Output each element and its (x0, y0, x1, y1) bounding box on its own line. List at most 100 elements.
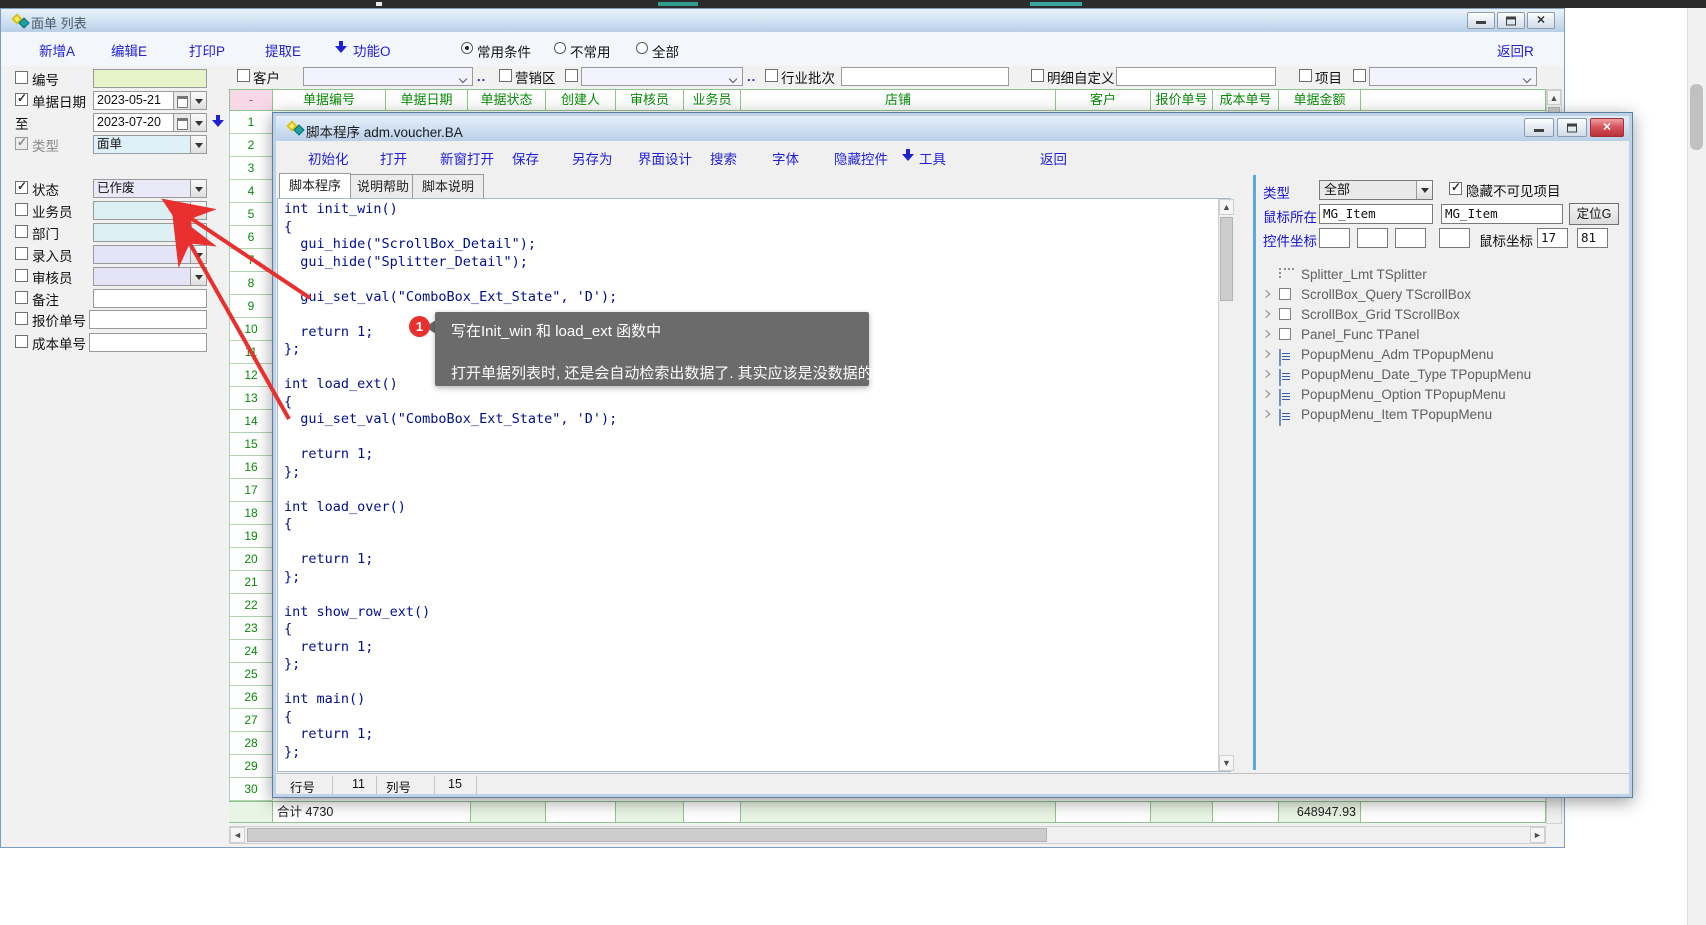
column-header-11[interactable]: 单据金额 (1279, 89, 1361, 111)
tree-item-scrollbox_grid[interactable]: ScrollBox_Grid TScrollBox (1259, 305, 1629, 325)
filter-salesman-checkbox[interactable] (15, 203, 28, 216)
filter-quote-no-input[interactable] (89, 310, 207, 329)
filter-entry-clerk-checkbox[interactable] (15, 247, 28, 260)
column-header-9[interactable]: 报价单号 (1151, 89, 1213, 111)
chevron-right-icon[interactable] (1262, 390, 1270, 398)
scroll-up-icon[interactable]: ▲ (1219, 199, 1234, 215)
filter-date-from-input[interactable]: 2023-05-21 (93, 91, 207, 110)
customer-combobox[interactable] (303, 67, 473, 86)
script-restore-button[interactable] (1557, 118, 1587, 137)
extract-button[interactable]: 提取E (265, 40, 301, 60)
filter-cost-no-input[interactable] (89, 333, 207, 352)
open-button[interactable]: 打开 (380, 148, 407, 168)
close-button[interactable]: ✕ (1527, 12, 1555, 29)
code-editor[interactable]: int init_win() { gui_hide("ScrollBox_Det… (277, 198, 1231, 772)
filter-department-checkbox[interactable] (15, 225, 28, 238)
chevron-right-icon[interactable] (1262, 310, 1270, 318)
search-button[interactable]: 搜索 (710, 148, 737, 168)
filter-auditor-checkbox[interactable] (15, 269, 28, 282)
column-header-5[interactable]: 审核员 (616, 89, 684, 111)
chevron-right-icon[interactable] (1262, 410, 1270, 418)
customer-more-button[interactable]: .. (477, 69, 486, 84)
project-checkbox[interactable] (1299, 69, 1312, 82)
filter-remark-checkbox[interactable] (15, 291, 28, 304)
detail-custom-input[interactable] (1116, 67, 1276, 86)
column-header-6[interactable]: 业务员 (684, 89, 741, 111)
font-button[interactable]: 字体 (772, 148, 799, 168)
filter-combobox-3[interactable] (1369, 67, 1537, 86)
tree-item-splitter_lmt[interactable]: Splitter_Lmt TSplitter (1259, 265, 1629, 285)
radio-uncommon-label[interactable]: 不常用 (570, 41, 611, 61)
filter-state-select[interactable]: 已作废 (93, 179, 207, 198)
dropdown-icon[interactable] (190, 202, 206, 219)
init-button[interactable]: 初始化 (308, 148, 349, 168)
filter-combobox-2[interactable] (581, 67, 743, 86)
dropdown-icon[interactable] (190, 268, 206, 285)
filter-auditor-select[interactable] (93, 267, 207, 286)
mouse-at-input-1[interactable]: MG_Item (1319, 204, 1433, 224)
dropdown-icon[interactable] (190, 180, 206, 197)
control-coord-input-3[interactable] (1395, 228, 1426, 248)
column-header-2[interactable]: 单据日期 (386, 89, 468, 111)
script-minimize-button[interactable] (1524, 118, 1554, 137)
column-header-12[interactable] (1361, 89, 1546, 111)
scroll-down-icon[interactable]: ▼ (1219, 755, 1234, 771)
tree-item-popupmenu_option[interactable]: PopupMenu_Option TPopupMenu (1259, 385, 1629, 405)
filter-remark-input[interactable] (93, 289, 207, 308)
filter-number-checkbox[interactable] (15, 71, 28, 84)
mouse-at-input-2[interactable]: MG_Item (1441, 204, 1563, 224)
scroll-right-icon[interactable]: ► (1530, 827, 1545, 843)
main-title-bar[interactable]: 面单 列表 ✕ (1, 9, 1564, 32)
dropdown-icon[interactable] (1416, 181, 1432, 199)
chevron-right-icon[interactable] (1262, 350, 1270, 358)
filter-number-input[interactable] (93, 69, 207, 88)
date-dropdown-icon[interactable] (190, 114, 206, 131)
filter-date-to-input[interactable]: 2023-07-20 (93, 113, 207, 132)
radio-common-conditions[interactable] (461, 42, 473, 54)
date-expand-arrow-icon[interactable] (212, 115, 224, 128)
grid-h-thumb[interactable] (247, 828, 1047, 842)
combo2-more-button[interactable]: .. (747, 69, 756, 84)
save-as-button[interactable]: 另存为 (572, 148, 613, 168)
script-close-button[interactable]: ✕ (1590, 118, 1624, 137)
column-header-8[interactable]: 客户 (1056, 89, 1151, 111)
tab-script-notes[interactable]: 脚本说明 (412, 174, 484, 198)
filter-department-input[interactable] (93, 223, 207, 242)
code-text[interactable]: int init_win() { gui_hide("ScrollBox_Det… (284, 201, 617, 761)
edit-button[interactable]: 编辑E (111, 40, 147, 60)
mouse-y-input[interactable]: 81 (1577, 228, 1608, 248)
detail-custom-checkbox[interactable] (1031, 69, 1044, 82)
dropdown-icon[interactable] (190, 246, 206, 263)
calendar-icon[interactable] (173, 114, 190, 131)
script-back-button[interactable]: 返回 (1040, 148, 1067, 168)
calendar-icon[interactable] (173, 92, 190, 109)
new-button[interactable]: 新增A (39, 40, 75, 60)
date-dropdown-icon[interactable] (190, 92, 206, 109)
filter-state-checkbox[interactable] (15, 181, 28, 194)
chevron-right-icon[interactable] (1262, 330, 1270, 338)
hide-controls-button[interactable]: 隐藏控件 (834, 148, 888, 168)
filter-date-checkbox[interactable] (15, 93, 28, 106)
radio-common-label[interactable]: 常用条件 (477, 41, 531, 61)
tree-item-popupmenu_date_type[interactable]: PopupMenu_Date_Type TPopupMenu (1259, 365, 1629, 385)
filter-cost-no-checkbox[interactable] (15, 335, 28, 348)
maximize-button[interactable] (1497, 12, 1525, 29)
save-button[interactable]: 保存 (512, 148, 539, 168)
chevron-right-icon[interactable] (1262, 290, 1270, 298)
column-header-gutter[interactable]: - (229, 89, 273, 111)
tab-help[interactable]: 说明帮助 (347, 174, 419, 198)
editor-v-thumb[interactable] (1220, 217, 1233, 301)
radio-all-label[interactable]: 全部 (652, 41, 679, 61)
scroll-up-icon[interactable]: ▲ (1547, 90, 1561, 105)
open-new-window-button[interactable]: 新窗打开 (440, 148, 494, 168)
marketing-area-checkbox[interactable] (499, 69, 512, 82)
radio-all[interactable] (636, 42, 648, 54)
control-coord-input-2[interactable] (1357, 228, 1388, 248)
dropdown-icon[interactable] (190, 136, 206, 153)
tools-menu-button[interactable]: 工具 (919, 148, 946, 168)
inspector-type-select[interactable]: 全部 (1319, 180, 1433, 200)
radio-uncommon[interactable] (554, 42, 566, 54)
minimize-button[interactable] (1467, 12, 1495, 29)
tree-item-scrollbox_query[interactable]: ScrollBox_Query TScrollBox (1259, 285, 1629, 305)
combo2-checkbox[interactable] (565, 69, 578, 82)
